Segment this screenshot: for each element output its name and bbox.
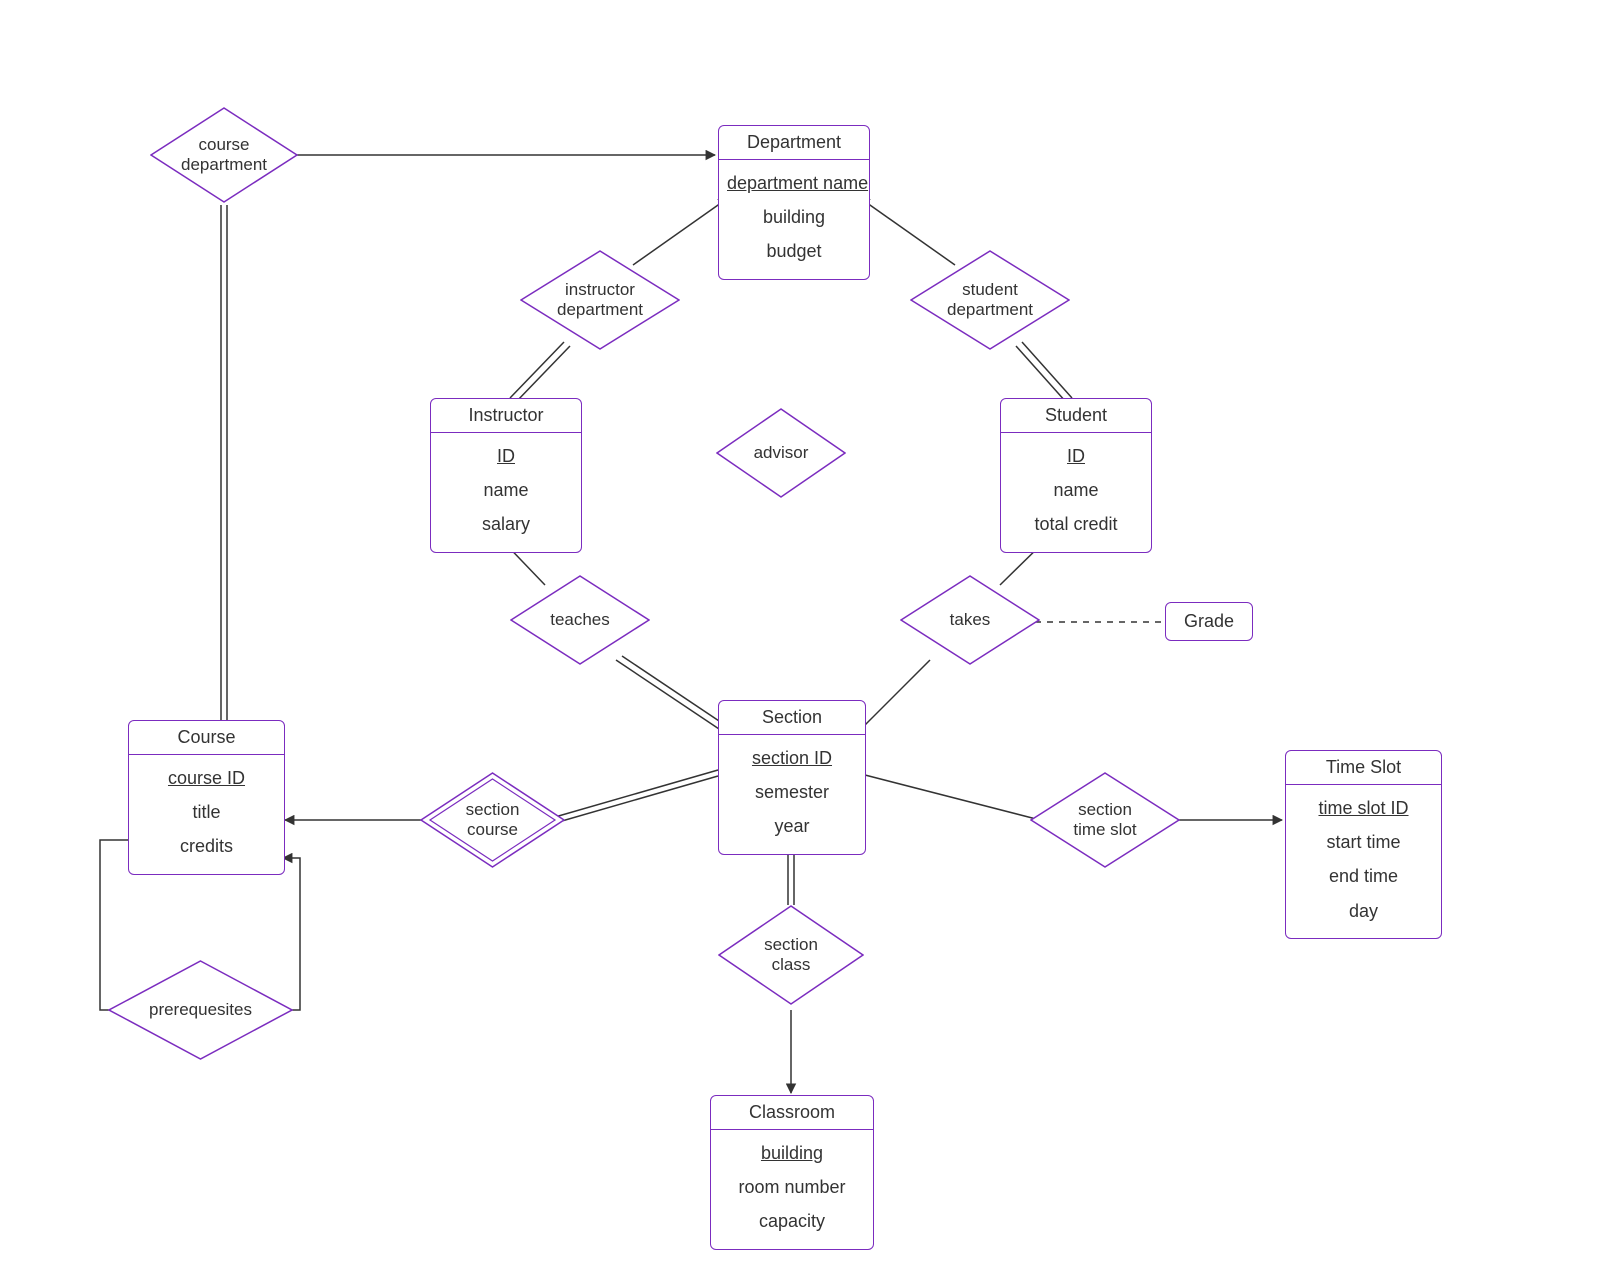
attr-box-grade: Grade: [1165, 602, 1253, 641]
attr: room number: [719, 1170, 865, 1204]
entity-instructor: Instructor ID name salary: [430, 398, 582, 553]
attr: start time: [1294, 825, 1433, 859]
rel-section-course: sectioncourse: [420, 772, 565, 868]
entity-title: Section: [719, 701, 865, 735]
rel-section-timeslot: sectiontime slot: [1030, 772, 1180, 868]
entity-department: Department department name building budg…: [718, 125, 870, 280]
rel-teaches: teaches: [510, 575, 650, 665]
rel-section-class: sectionclass: [718, 905, 864, 1005]
attr: semester: [727, 775, 857, 809]
label: coursedepartment: [179, 135, 269, 176]
entity-title: Student: [1001, 399, 1151, 433]
label: sectionclass: [751, 935, 831, 976]
attr: budget: [727, 234, 861, 268]
attr: total credit: [1009, 507, 1143, 541]
attr-key: time slot ID: [1318, 798, 1408, 818]
attr: name: [1009, 473, 1143, 507]
rel-student-department: studentdepartment: [910, 250, 1070, 350]
label: sectiontime slot: [1060, 800, 1150, 841]
attr: name: [439, 473, 573, 507]
attr: capacity: [719, 1204, 865, 1238]
entity-timeslot: Time Slot time slot ID start time end ti…: [1285, 750, 1442, 939]
attr: year: [727, 809, 857, 843]
label: sectioncourse: [453, 800, 533, 841]
entity-title: Course: [129, 721, 284, 755]
entity-student: Student ID name total credit: [1000, 398, 1152, 553]
attr-key: ID: [1067, 446, 1085, 466]
label: instructordepartment: [550, 280, 650, 321]
label: prerequesites: [149, 1000, 252, 1019]
rel-takes: takes: [900, 575, 1040, 665]
attr: day: [1294, 894, 1433, 928]
label: advisor: [754, 443, 809, 462]
rel-prerequisites: prerequesites: [108, 960, 293, 1060]
entity-classroom: Classroom building room number capacity: [710, 1095, 874, 1250]
rel-advisor: advisor: [716, 408, 846, 498]
rel-instructor-department: instructordepartment: [520, 250, 680, 350]
entity-title: Instructor: [431, 399, 581, 433]
attr: end time: [1294, 859, 1433, 893]
entity-section: Section section ID semester year: [718, 700, 866, 855]
attr-key: course ID: [168, 768, 245, 788]
label: takes: [950, 610, 991, 629]
attr-key: department name: [727, 166, 868, 200]
entity-course: Course course ID title credits: [128, 720, 285, 875]
entity-title: Department: [719, 126, 869, 160]
label: teaches: [550, 610, 610, 629]
entity-title: Time Slot: [1286, 751, 1441, 785]
attr: salary: [439, 507, 573, 541]
entity-title: Classroom: [711, 1096, 873, 1130]
attr: building: [727, 200, 861, 234]
attr: credits: [137, 829, 276, 863]
attr-key: section ID: [752, 748, 832, 768]
label: Grade: [1184, 611, 1234, 631]
label: studentdepartment: [940, 280, 1040, 321]
attr-key: building: [761, 1143, 823, 1163]
attr-key: ID: [497, 446, 515, 466]
rel-course-department: coursedepartment: [150, 107, 298, 203]
attr: title: [137, 795, 276, 829]
